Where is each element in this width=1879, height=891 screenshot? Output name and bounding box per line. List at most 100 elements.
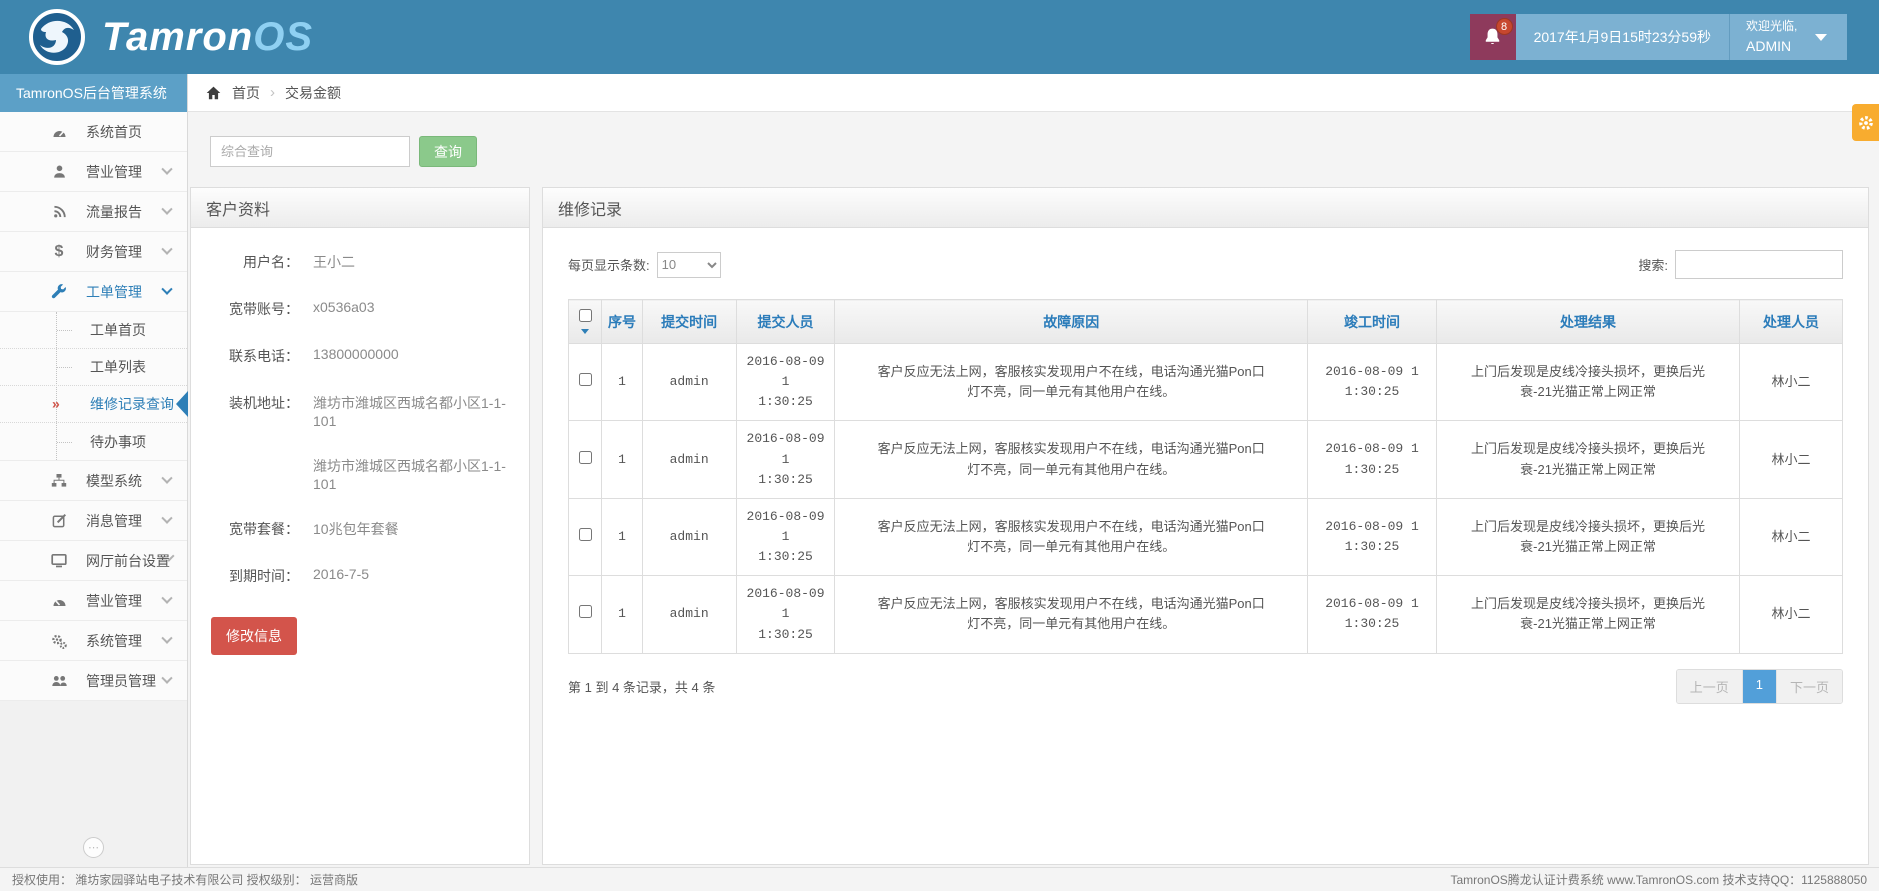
main-row: TamronOS后台管理系统 系统首页 营业管理 <box>0 74 1879 867</box>
table-footer-row: 第 1 到 4 条记录，共 4 条 上一页 1 下一页 <box>568 669 1843 704</box>
global-search-row: 查询 <box>210 136 1879 167</box>
footer-license-text: 授权使用： 潍坊家园驿站电子技术有限公司 授权级别： 运营商版 <box>12 871 358 888</box>
customer-field-address-2: 潍坊市潍城区西城名都小区1-1-101 <box>191 456 529 492</box>
table-search: 搜索: <box>1638 250 1843 279</box>
sidebar-subitem-workorder-home[interactable]: 工单首页 <box>0 312 187 349</box>
sidebar-menu: 系统首页 营业管理 流量报告 $ <box>0 112 187 701</box>
row-select-cell <box>569 344 602 421</box>
gears-icon <box>48 633 70 649</box>
workorder-submenu: 工单首页 工单列表 » 维修记录查询 待办事项 <box>0 312 187 461</box>
sidebar-item-finance-mgmt[interactable]: $ 财务管理 <box>0 232 187 272</box>
repair-records-panel: 维修记录 每页显示条数: 10 搜索: <box>542 187 1869 865</box>
logo-text: TamronOS <box>102 15 313 60</box>
sidebar-subitem-repair-record-query[interactable]: » 维修记录查询 <box>0 386 187 423</box>
pagination-next-button[interactable]: 下一页 <box>1776 670 1842 703</box>
topbar-right-controls: 8 2017年1月9日15时23分59秒 欢迎光临, ADMIN <box>1470 14 1847 60</box>
notifications-button[interactable]: 8 <box>1470 14 1516 60</box>
desktop-icon <box>48 553 70 569</box>
table-search-label: 搜索: <box>1638 255 1668 274</box>
customer-field-account: 宽带账号： x0536a03 <box>191 299 529 319</box>
settings-tab-button[interactable] <box>1852 104 1879 141</box>
col-header-handler[interactable]: 处理人员 <box>1739 300 1842 344</box>
table-controls-row: 每页显示条数: 10 搜索: <box>568 250 1843 279</box>
col-header-seq[interactable]: 序号 <box>602 300 642 344</box>
logo: TamronOS <box>28 8 313 66</box>
sidebar-subitem-workorder-list[interactable]: 工单列表 <box>0 349 187 386</box>
sort-arrow-icon <box>581 329 589 334</box>
customer-field-plan: 宽带套餐： 10兆包年套餐 <box>191 519 529 539</box>
customer-details: 用户名： 王小二 宽带账号： x0536a03 联系电话： 1380000000… <box>191 228 529 655</box>
chevron-down-icon <box>161 592 172 603</box>
pagination-page-1-button[interactable]: 1 <box>1742 670 1776 703</box>
col-header-submitter[interactable]: 提交人员 <box>736 300 835 344</box>
home-icon <box>205 85 222 101</box>
globe-logo-icon <box>28 8 86 66</box>
customer-panel: 客户资料 用户名： 王小二 宽带账号： x0536a03 联系电话： 13800 <box>190 187 530 865</box>
dollar-icon: $ <box>48 244 70 260</box>
repair-panel-body: 每页显示条数: 10 搜索: <box>543 228 1868 726</box>
user-menu[interactable]: 欢迎光临, ADMIN <box>1729 14 1847 60</box>
content-area: 首页 › 交易金额 查询 客户资料 用户名： 王小二 <box>188 74 1879 867</box>
footer: 授权使用： 潍坊家园驿站电子技术有限公司 授权级别： 运营商版 TamronOS… <box>0 867 1879 891</box>
edit-info-button[interactable]: 修改信息 <box>211 617 297 655</box>
pagination-prev-button[interactable]: 上一页 <box>1677 670 1742 703</box>
sidebar-subitem-todo[interactable]: 待办事项 <box>0 423 187 460</box>
row-checkbox[interactable] <box>579 373 592 386</box>
gauge-icon <box>48 593 70 609</box>
col-header-result[interactable]: 处理结果 <box>1437 300 1740 344</box>
records-summary: 第 1 到 4 条记录，共 4 条 <box>568 677 715 696</box>
table-row: 1 admin 2016-08-09 1 1:30:25 客户反应无法上网，客服… <box>569 576 1843 653</box>
pagination: 上一页 1 下一页 <box>1676 669 1843 704</box>
table-header-row: 序号 提交时间 提交人员 故障原因 竣工时间 处理结果 处理人员 <box>569 300 1843 344</box>
gear-icon <box>1857 114 1875 132</box>
chevron-down-icon <box>161 163 172 174</box>
sidebar-item-system-home[interactable]: 系统首页 <box>0 112 187 152</box>
row-select-cell <box>569 498 602 575</box>
breadcrumb-home[interactable]: 首页 <box>232 83 260 103</box>
wrench-icon <box>48 284 70 300</box>
footer-vendor-text: TamronOS腾龙认证计费系统 www.TamronOS.com 技术支持QQ… <box>1450 871 1867 888</box>
query-button[interactable]: 查询 <box>419 136 477 167</box>
sidebar-item-business-mgmt[interactable]: 营业管理 <box>0 152 187 192</box>
sidebar-item-admin-mgmt[interactable]: 管理员管理 <box>0 661 187 701</box>
sidebar: TamronOS后台管理系统 系统首页 营业管理 <box>0 74 188 867</box>
select-all-checkbox[interactable] <box>579 309 592 322</box>
row-checkbox[interactable] <box>579 528 592 541</box>
row-checkbox[interactable] <box>579 605 592 618</box>
row-checkbox[interactable] <box>579 451 592 464</box>
select-all-header[interactable] <box>569 300 602 344</box>
customer-field-username: 用户名： 王小二 <box>191 252 529 272</box>
sidebar-item-system-mgmt[interactable]: 系统管理 <box>0 621 187 661</box>
col-header-fault-reason[interactable]: 故障原因 <box>835 300 1307 344</box>
sidebar-item-portal-settings[interactable]: 网厅前台设置 <box>0 541 187 581</box>
customer-field-phone: 联系电话： 13800000000 <box>191 346 529 366</box>
top-header-bar: TamronOS 8 2017年1月9日15时23分59秒 欢迎光临, ADMI… <box>0 0 1879 74</box>
repair-panel-title: 维修记录 <box>543 188 1868 228</box>
col-header-finish-time[interactable]: 竣工时间 <box>1307 300 1436 344</box>
sidebar-title: TamronOS后台管理系统 <box>0 74 187 112</box>
table-row: 1 admin 2016-08-09 1 1:30:25 客户反应无法上网，客服… <box>569 421 1843 498</box>
table-search-input[interactable] <box>1675 250 1843 279</box>
users-icon <box>48 673 70 689</box>
row-select-cell <box>569 421 602 498</box>
breadcrumb: 首页 › 交易金额 <box>188 74 1879 112</box>
breadcrumb-separator: › <box>270 84 275 101</box>
sidebar-item-workorder-mgmt[interactable]: 工单管理 <box>0 272 187 312</box>
sidebar-item-business-mgmt-2[interactable]: 营业管理 <box>0 581 187 621</box>
chevron-down-icon <box>161 203 172 214</box>
sidebar-toggle-button[interactable]: ⋯ <box>83 837 104 858</box>
customer-panel-title: 客户资料 <box>191 188 529 228</box>
notification-badge: 8 <box>1496 18 1513 35</box>
welcome-text: 欢迎光临, ADMIN <box>1746 18 1797 56</box>
sidebar-item-message-mgmt[interactable]: 消息管理 <box>0 501 187 541</box>
customer-field-expiry: 到期时间： 2016-7-5 <box>191 566 529 586</box>
sidebar-item-model-system[interactable]: 模型系统 <box>0 461 187 501</box>
table-row: 1 admin 2016-08-09 1 1:30:25 客户反应无法上网，客服… <box>569 344 1843 421</box>
sidebar-item-traffic-report[interactable]: 流量报告 <box>0 192 187 232</box>
col-header-submit-time[interactable]: 提交时间 <box>642 300 736 344</box>
page-size-select[interactable]: 10 <box>657 252 721 278</box>
row-select-cell <box>569 576 602 653</box>
table-row: 1 admin 2016-08-09 1 1:30:25 客户反应无法上网，客服… <box>569 498 1843 575</box>
chevron-down-icon <box>161 632 172 643</box>
global-search-input[interactable] <box>210 136 410 167</box>
